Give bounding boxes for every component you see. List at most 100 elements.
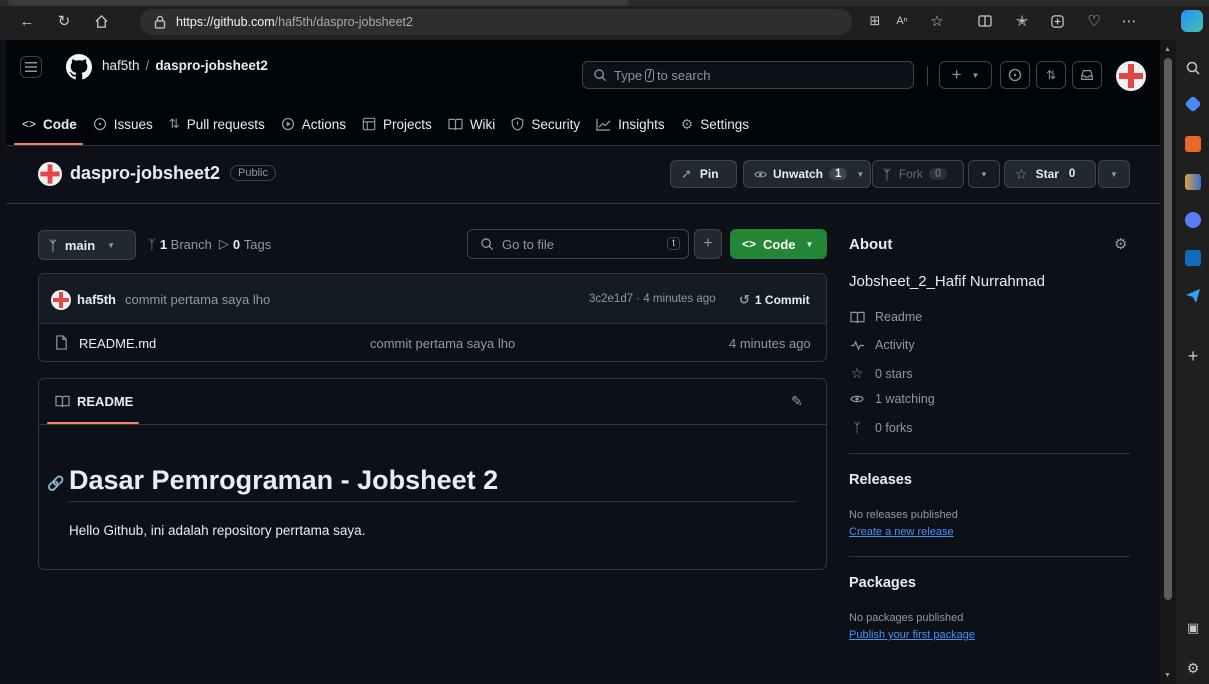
breadcrumb-repo[interactable]: daspro-jobsheet2 — [155, 58, 268, 73]
tab-settings[interactable]: ⚙ Settings — [681, 112, 749, 136]
favorite-star-icon[interactable]: ☆ — [928, 12, 946, 30]
tab-projects[interactable]: Projects — [362, 112, 432, 136]
file-row[interactable]: README.md commit pertama saya lho 4 minu… — [39, 324, 826, 361]
edit-pencil-icon[interactable]: ✎ — [791, 393, 803, 410]
search-input[interactable]: Type / to search — [582, 61, 914, 89]
inbox-button[interactable] — [1072, 61, 1102, 89]
star-dropdown-button[interactable]: ▼ — [1098, 160, 1130, 188]
commit-history-link[interactable]: ↺ 1 Commit — [739, 292, 810, 308]
file-commit-message[interactable]: commit pertama saya lho — [370, 336, 515, 351]
more-menu-icon[interactable]: ⋯ — [1120, 12, 1138, 30]
favorites-list-icon[interactable]: ✭ — [1013, 12, 1031, 30]
pin-button[interactable]: ➚ Pin — [670, 160, 737, 188]
about-watching-link[interactable]: 1 watching — [849, 392, 935, 406]
repo-name[interactable]: daspro-jobsheet2 — [70, 163, 220, 184]
commit-author[interactable]: haf5th — [77, 292, 116, 307]
tab-pull-requests[interactable]: ⇅ Pull requests — [169, 112, 265, 136]
copilot-icon[interactable] — [1181, 10, 1203, 32]
tab-pull-requests-label: Pull requests — [186, 116, 265, 132]
star-icon: ☆ — [850, 365, 864, 381]
tab-issues[interactable]: Issues — [93, 112, 153, 136]
about-activity-link[interactable]: Activity — [849, 338, 915, 352]
scroll-down-arrow-icon[interactable]: ▼ — [1164, 672, 1171, 679]
commit-message[interactable]: commit pertama saya lho — [125, 292, 270, 307]
github-header: haf5th / daspro-jobsheet2 Type / to search… — [6, 40, 1160, 146]
issues-button[interactable] — [1000, 61, 1030, 89]
branches-link[interactable]: ᛉ 1 Branch — [148, 237, 212, 252]
tab-insights[interactable]: Insights — [596, 112, 665, 136]
search-sidebar-icon[interactable] — [1185, 60, 1201, 76]
pull-requests-button[interactable]: ⇅ — [1036, 61, 1066, 89]
gear-icon: ⚙ — [680, 115, 694, 132]
create-new-button[interactable]: + ▼ — [939, 61, 992, 89]
tab-settings-label: Settings — [700, 116, 749, 132]
games-icon[interactable] — [1185, 174, 1201, 190]
branch-label: Branch — [170, 236, 212, 252]
reload-icon[interactable]: ↻ — [55, 12, 73, 30]
publish-package-link[interactable]: Publish your first package — [849, 629, 975, 641]
packages-title[interactable]: Packages — [849, 575, 916, 591]
create-release-link[interactable]: Create a new release — [849, 526, 954, 538]
read-aloud-icon[interactable]: Aⁿ — [893, 12, 911, 30]
pulse-icon — [849, 339, 865, 351]
scroll-thumb[interactable] — [1164, 58, 1172, 600]
watch-dropdown-icon[interactable]: ▼ — [856, 170, 864, 179]
code-button[interactable]: <> Code ▼ — [730, 229, 827, 259]
repo-nav: <> Code Issues ⇅ Pull requests Actions P… — [12, 112, 755, 145]
tab-wiki[interactable]: Wiki — [448, 112, 495, 136]
chevron-down-icon: ▼ — [1110, 169, 1118, 179]
sidebar-settings-icon[interactable]: ⚙ — [1185, 660, 1201, 676]
fork-dropdown-button: ▼ — [968, 160, 1000, 188]
file-name[interactable]: README.md — [79, 336, 156, 351]
go-to-file-input[interactable]: Go to file t — [467, 229, 689, 259]
unwatch-button[interactable]: Unwatch 1 ▼ — [743, 160, 871, 188]
repo-owner-avatar[interactable] — [38, 162, 62, 186]
issue-opened-icon — [1008, 68, 1022, 82]
breadcrumb-owner[interactable]: haf5th — [102, 58, 140, 73]
user-avatar[interactable] — [1116, 61, 1146, 91]
home-icon[interactable] — [92, 12, 110, 30]
page-scrollbar[interactable]: ▲ ▼ — [1160, 40, 1176, 684]
browser-essentials-icon[interactable]: ♡ — [1085, 12, 1103, 30]
screenshot-icon[interactable]: ▣ — [1185, 620, 1201, 636]
about-settings-gear-icon[interactable]: ⚙ — [1114, 235, 1127, 253]
tab-insights-label: Insights — [618, 116, 665, 132]
branch-selector[interactable]: ᛉ main ▼ — [38, 230, 136, 260]
about-readme-link[interactable]: Readme — [849, 310, 922, 324]
split-screen-icon[interactable] — [976, 12, 994, 30]
readme-tab[interactable]: README — [55, 394, 133, 409]
scroll-up-arrow-icon[interactable]: ▲ — [1164, 46, 1171, 53]
tab-code[interactable]: <> Code — [14, 112, 83, 145]
add-sidebar-icon[interactable]: + — [1185, 347, 1201, 365]
collections-icon[interactable] — [1048, 12, 1066, 30]
pin-icon: ➚ — [681, 166, 692, 181]
releases-title[interactable]: Releases — [849, 472, 912, 488]
add-file-button[interactable]: + — [694, 229, 722, 259]
shopping-tag-icon[interactable] — [1184, 95, 1202, 113]
about-stars-link[interactable]: ☆ 0 stars — [849, 365, 913, 382]
back-icon[interactable]: ← — [18, 12, 36, 30]
url-host: https://github.com — [176, 15, 275, 29]
tools-briefcase-icon[interactable] — [1185, 136, 1201, 152]
github-logo-icon[interactable] — [66, 54, 92, 80]
tab-security[interactable]: Security — [511, 112, 580, 136]
anchor-link-icon[interactable]: 🔗 — [47, 475, 64, 492]
book-icon — [849, 311, 865, 324]
go-to-file-placeholder: Go to file — [502, 236, 555, 252]
outlook-icon[interactable] — [1185, 250, 1201, 266]
tags-link[interactable]: ▷ 0 Tags — [219, 236, 271, 252]
apps-icon[interactable]: ⊞ — [866, 12, 884, 30]
commit-author-avatar[interactable] — [51, 290, 71, 310]
hamburger-menu-button[interactable] — [20, 56, 42, 78]
readme-paragraph: Hello Github, ini adalah repository perr… — [69, 523, 366, 538]
tab-actions[interactable]: Actions — [281, 112, 346, 136]
commit-hash-time[interactable]: 3c2e1d7 · 4 minutes ago — [589, 293, 716, 305]
address-bar[interactable]: https://github.com/haf5th/daspro-jobshee… — [140, 9, 852, 35]
microsoft365-icon[interactable] — [1185, 212, 1201, 228]
url-text[interactable]: https://github.com/haf5th/daspro-jobshee… — [176, 15, 413, 29]
send-icon[interactable] — [1185, 288, 1201, 304]
active-tab[interactable] — [8, 0, 628, 6]
lock-icon[interactable] — [154, 15, 166, 29]
about-forks-link[interactable]: ᛉ 0 forks — [849, 420, 912, 435]
star-button[interactable]: ☆ Star 0 — [1004, 160, 1096, 188]
